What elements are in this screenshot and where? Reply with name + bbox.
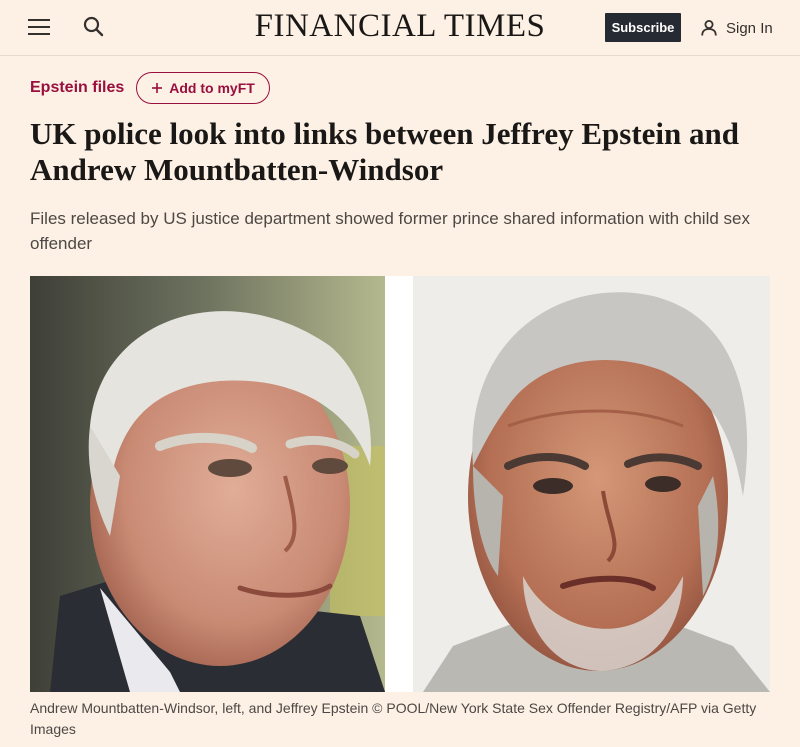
article-standfirst: Files released by US justice department … bbox=[30, 209, 750, 253]
add-to-myft-label: Add to myFT bbox=[169, 80, 255, 96]
photo-jeffrey-epstein bbox=[413, 276, 770, 692]
subscribe-button[interactable]: Subscribe bbox=[605, 13, 681, 42]
site-header: FINANCIAL TIMES Subscribe Sign In bbox=[0, 0, 800, 56]
user-icon bbox=[701, 20, 717, 36]
image-caption: Andrew Mountbatten-Windsor, left, and Je… bbox=[30, 700, 757, 737]
ft-masthead-logo[interactable]: FINANCIAL TIMES bbox=[200, 8, 600, 45]
add-to-myft-button[interactable]: Add to myFT bbox=[136, 72, 270, 104]
topic-row: Epstein files Add to myFT bbox=[30, 72, 270, 104]
sign-in-label: Sign In bbox=[726, 19, 773, 37]
sign-in-link[interactable]: Sign In bbox=[700, 16, 773, 40]
hamburger-menu-icon[interactable] bbox=[28, 17, 52, 37]
plus-icon bbox=[152, 83, 163, 93]
article-headline: UK police look into links between Jeffre… bbox=[30, 116, 740, 187]
article-main-image bbox=[30, 276, 770, 692]
photo-andrew-mountbatten-windsor bbox=[30, 276, 385, 692]
topic-link[interactable]: Epstein files bbox=[30, 79, 124, 97]
search-icon[interactable] bbox=[82, 15, 106, 39]
